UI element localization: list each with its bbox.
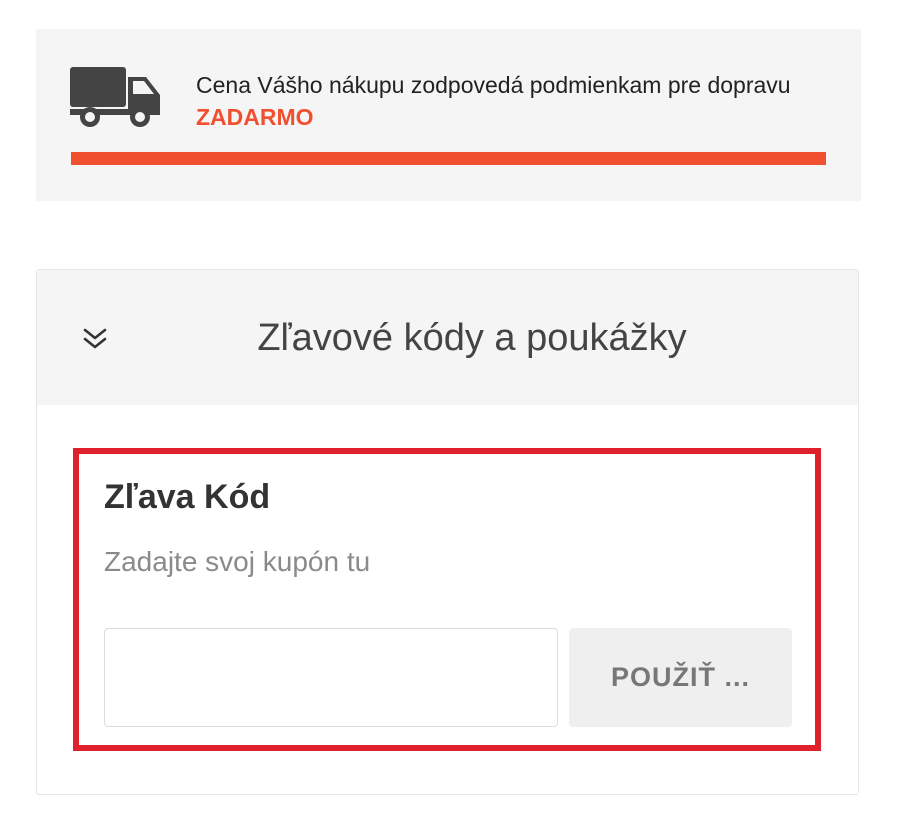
shipping-message: Cena Vášho nákupu zodpovedá podmienkam p…: [196, 69, 816, 133]
truck-icon: [70, 67, 160, 127]
shipping-progress-fill: [71, 152, 826, 165]
apply-coupon-button[interactable]: POUŽIŤ ...: [569, 628, 792, 727]
double-chevron-down-icon[interactable]: [81, 325, 109, 353]
coupon-panel-header[interactable]: Zľavové kódy a poukážky: [37, 270, 858, 405]
coupon-code-input[interactable]: [104, 628, 558, 727]
shipping-message-text: Cena Vášho nákupu zodpovedá podmienkam p…: [196, 72, 791, 98]
free-shipping-banner: Cena Vášho nákupu zodpovedá podmienkam p…: [36, 29, 861, 201]
discount-code-hint: Zadajte svoj kupón tu: [104, 546, 371, 577]
shipping-progress-bar: [71, 152, 826, 165]
coupon-panel-title: Zľavové kódy a poukážky: [257, 317, 687, 359]
free-shipping-highlight: ZADARMO: [196, 104, 314, 130]
coupon-panel: Zľavové kódy a poukážky Zľava Kód Zadajt…: [36, 269, 859, 795]
discount-code-label: Zľava Kód: [104, 478, 271, 516]
